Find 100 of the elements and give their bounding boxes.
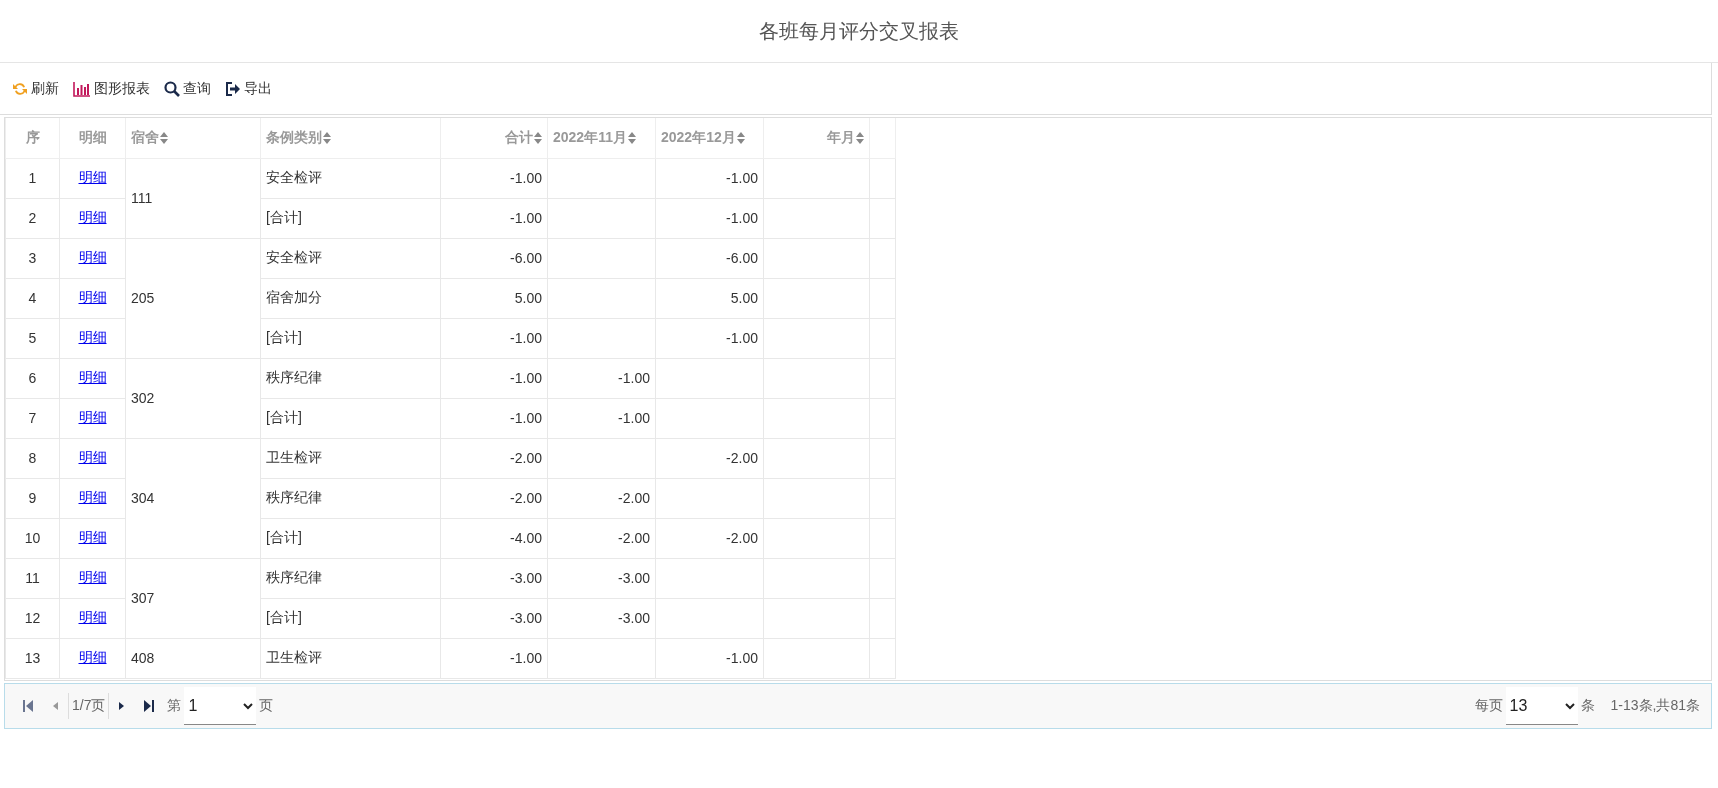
detail-link[interactable]: 明细 (78, 569, 107, 585)
row-number: 2 (5, 198, 60, 238)
month-cell: -2.00 (547, 518, 656, 558)
sort-icon (323, 131, 331, 144)
detail-link[interactable]: 明细 (78, 289, 107, 305)
month-cell: -3.00 (547, 598, 656, 638)
page-size-select[interactable]: 13 (1505, 687, 1578, 725)
detail-link[interactable]: 明细 (78, 369, 107, 385)
detail-link[interactable]: 明细 (78, 329, 107, 345)
dorm-cell: 111 (125, 158, 261, 238)
dorm-cell: 307 (125, 558, 261, 638)
category-cell: [合计] (260, 198, 441, 238)
bar-chart-icon (73, 80, 91, 97)
category-cell: 秩序纪律 (260, 558, 441, 598)
month-cell: -2.00 (547, 478, 656, 518)
total-cell: -2.00 (440, 478, 548, 518)
row-number: 1 (5, 158, 60, 198)
category-cell: 秩序纪律 (260, 478, 441, 518)
month-cell: -1.00 (547, 358, 656, 398)
page-label: 第 (166, 697, 183, 715)
page-info: 1/7页 (71, 697, 107, 715)
export-icon (225, 80, 241, 97)
row-number: 8 (5, 438, 60, 478)
detail-link[interactable]: 明细 (78, 409, 107, 425)
category-cell: 安全检评 (260, 158, 441, 198)
total-cell: -1.00 (440, 398, 548, 438)
detail-link[interactable]: 明细 (78, 449, 107, 465)
dorm-cell: 408 (125, 638, 261, 678)
row-number: 6 (5, 358, 60, 398)
detail-link[interactable]: 明细 (78, 209, 107, 225)
category-cell: 秩序纪律 (260, 358, 441, 398)
row-number: 5 (5, 318, 60, 358)
month-cell: -1.00 (655, 158, 764, 198)
month-cell: -1.00 (655, 638, 764, 678)
next-icon (119, 702, 125, 710)
total-cell: -1.00 (440, 158, 548, 198)
row-number: 7 (5, 398, 60, 438)
category-cell: [合计] (260, 398, 441, 438)
column-header: 明细 (59, 118, 126, 158)
month-cell: 5.00 (655, 278, 764, 318)
refresh-icon (12, 80, 28, 97)
total-cell: -3.00 (440, 558, 548, 598)
search-icon (164, 80, 180, 97)
page-select[interactable]: 1 (184, 687, 257, 725)
total-cell: -1.00 (440, 638, 548, 678)
sort-icon (160, 131, 168, 144)
sort-icon (627, 131, 636, 144)
total-cell: -2.00 (440, 438, 548, 478)
month-cell: -1.00 (655, 318, 764, 358)
search-button[interactable]: 查询 (164, 79, 211, 98)
detail-link[interactable]: 明细 (78, 489, 107, 505)
previous-icon (53, 702, 58, 710)
dorm-cell: 302 (125, 358, 261, 438)
row-number: 12 (5, 598, 60, 638)
total-cell: -4.00 (440, 518, 548, 558)
row-number: 9 (5, 478, 60, 518)
total-cell: -6.00 (440, 238, 548, 278)
row-number: 10 (5, 518, 60, 558)
page-label: 页 (258, 697, 275, 715)
total-cell: 5.00 (440, 278, 548, 318)
dorm-cell: 205 (125, 238, 261, 358)
record-summary: 1-13条,共81条 (1609, 697, 1701, 715)
category-cell: 卫生检评 (260, 638, 441, 678)
sort-icon (534, 131, 542, 144)
month-cell: -2.00 (655, 438, 764, 478)
detail-link[interactable]: 明细 (78, 649, 107, 665)
row-number: 3 (5, 238, 60, 278)
total-cell: -1.00 (440, 198, 548, 238)
page-size-label: 条 (1579, 697, 1596, 715)
total-cell: -3.00 (440, 598, 548, 638)
page-size-label: 每页 (1473, 697, 1504, 715)
month-cell: -3.00 (547, 558, 656, 598)
row-number: 4 (5, 278, 60, 318)
refresh-button[interactable]: 刷新 (12, 79, 59, 98)
category-cell: 卫生检评 (260, 438, 441, 478)
export-button[interactable]: 导出 (225, 79, 272, 98)
month-cell: -1.00 (547, 398, 656, 438)
category-cell: [合计] (260, 318, 441, 358)
month-cell: -1.00 (655, 198, 764, 238)
row-number: 13 (5, 638, 60, 678)
category-cell: 宿舍加分 (260, 278, 441, 318)
sort-icon (856, 131, 864, 144)
total-cell: -1.00 (440, 358, 548, 398)
chart-button[interactable]: 图形报表 (73, 79, 150, 98)
report-title: 各班每月评分交叉报表 (0, 0, 1718, 63)
category-cell: [合计] (260, 598, 441, 638)
category-cell: [合计] (260, 518, 441, 558)
detail-link[interactable]: 明细 (78, 249, 107, 265)
total-cell: -1.00 (440, 318, 548, 358)
category-cell: 安全检评 (260, 238, 441, 278)
month-cell: -6.00 (655, 238, 764, 278)
row-number: 11 (5, 558, 60, 598)
sort-icon (736, 131, 745, 144)
first-page-icon (23, 700, 33, 712)
column-header: 序 (5, 118, 60, 158)
detail-link[interactable]: 明细 (78, 529, 107, 545)
detail-link[interactable]: 明细 (78, 169, 107, 185)
dorm-cell: 304 (125, 438, 261, 558)
detail-link[interactable]: 明细 (78, 609, 107, 625)
month-cell: -2.00 (655, 518, 764, 558)
